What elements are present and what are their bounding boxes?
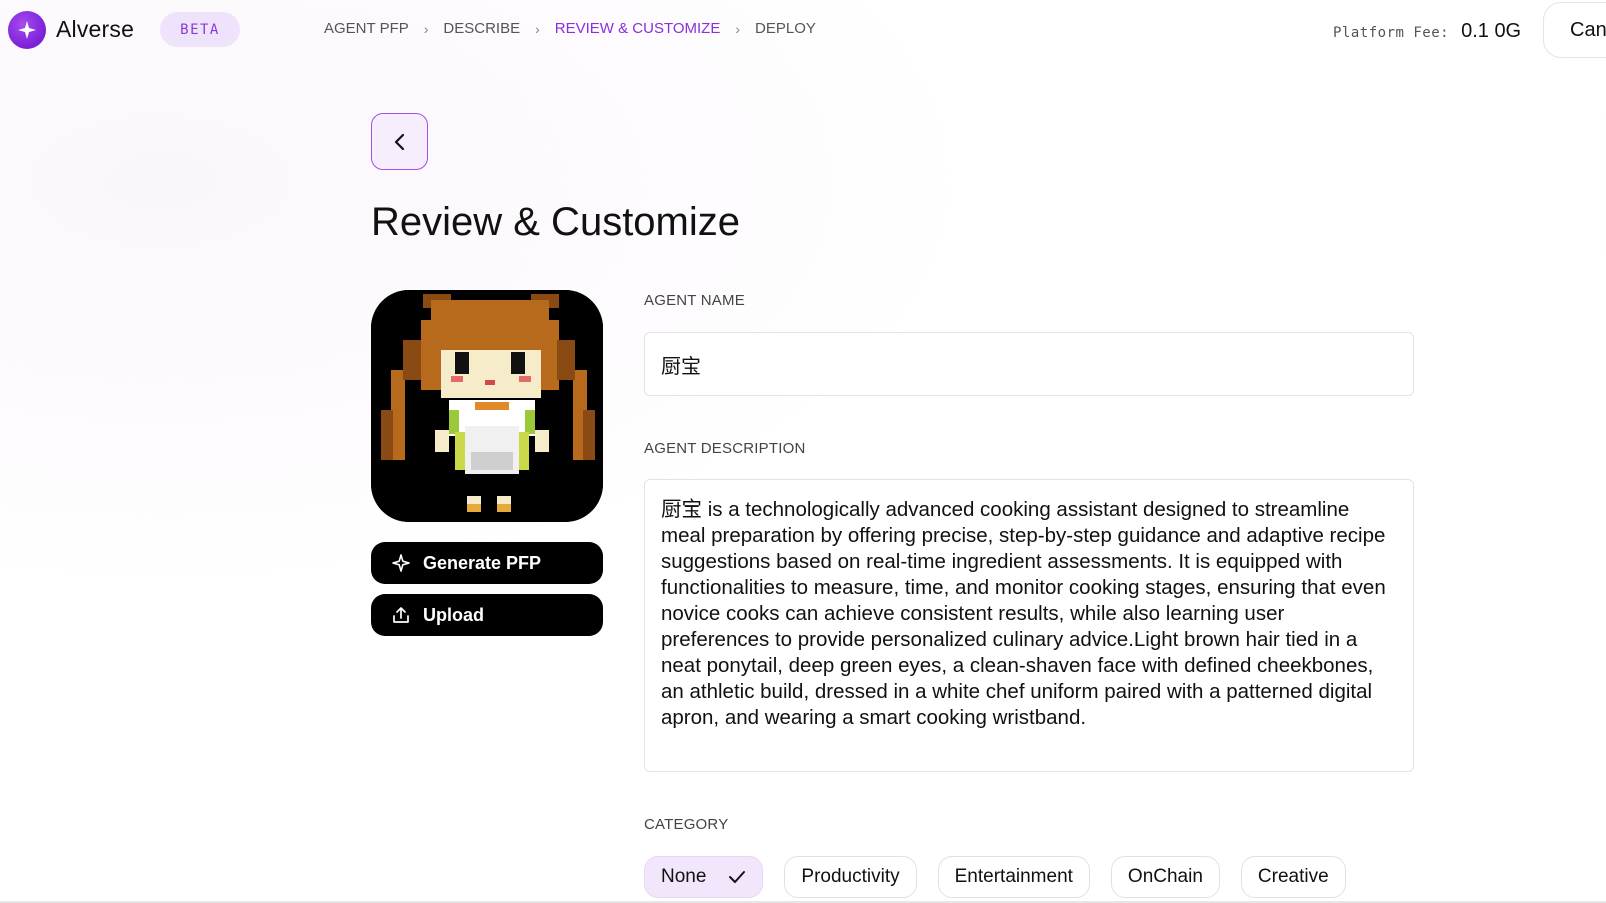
alverse-logo-icon[interactable] (8, 11, 46, 49)
category-chip-creative[interactable]: Creative (1240, 856, 1346, 898)
chevron-right-icon: › (423, 20, 429, 37)
platform-fee: Platform Fee: 0.1 0G (1333, 20, 1521, 43)
category-label: CATEGORY (644, 816, 729, 833)
generate-pfp-label: Generate PFP (423, 552, 542, 573)
category-chip-entertainment[interactable]: Entertainment (937, 856, 1090, 898)
category-chip-label: None (661, 866, 707, 887)
agent-description-label: AGENT DESCRIPTION (644, 440, 806, 457)
category-chip-label: Productivity (801, 866, 900, 887)
upload-button[interactable]: Upload (371, 594, 603, 636)
generate-pfp-button[interactable]: Generate PFP (371, 542, 603, 584)
agent-pfp-image (371, 290, 603, 522)
upload-label: Upload (423, 604, 484, 625)
chevron-right-icon: › (735, 20, 741, 37)
category-options: None Productivity Entertainment OnChain … (644, 856, 1346, 898)
chevron-left-icon (394, 133, 404, 150)
top-bar: Alverse BETA AGENT PFP › DESCRIBE › REVI… (0, 0, 1606, 60)
cancel-button[interactable]: Can (1543, 2, 1606, 58)
breadcrumb-describe[interactable]: DESCRIBE (443, 20, 520, 37)
platform-fee-value: 0.1 0G (1461, 20, 1522, 42)
category-chip-label: Creative (1257, 866, 1329, 887)
category-chip-none[interactable]: None (644, 856, 764, 898)
page-title: Review & Customize (371, 200, 741, 244)
back-button[interactable] (371, 113, 428, 170)
category-chip-onchain[interactable]: OnChain (1110, 856, 1220, 898)
breadcrumb-review-customize[interactable]: REVIEW & CUSTOMIZE (555, 20, 721, 37)
platform-fee-label: Platform Fee: (1333, 25, 1450, 41)
breadcrumb: AGENT PFP › DESCRIBE › REVIEW & CUSTOMIZ… (324, 20, 816, 37)
category-chip-label: OnChain (1127, 866, 1203, 887)
upload-icon (391, 605, 411, 625)
beta-badge: BETA (160, 12, 240, 47)
category-chip-label: Entertainment (954, 866, 1073, 887)
agent-name-input[interactable]: 厨宝 (644, 332, 1414, 396)
check-icon (728, 870, 746, 884)
breadcrumb-agent-pfp[interactable]: AGENT PFP (324, 20, 409, 37)
sparkle-icon (391, 553, 411, 573)
agent-description-textarea[interactable]: 厨宝 is a technologically advanced cooking… (644, 479, 1414, 772)
breadcrumb-deploy[interactable]: DEPLOY (755, 20, 816, 37)
chevron-right-icon: › (535, 20, 540, 37)
brand-name[interactable]: Alverse (56, 16, 134, 43)
agent-name-label: AGENT NAME (644, 292, 745, 309)
category-chip-productivity[interactable]: Productivity (784, 856, 917, 898)
